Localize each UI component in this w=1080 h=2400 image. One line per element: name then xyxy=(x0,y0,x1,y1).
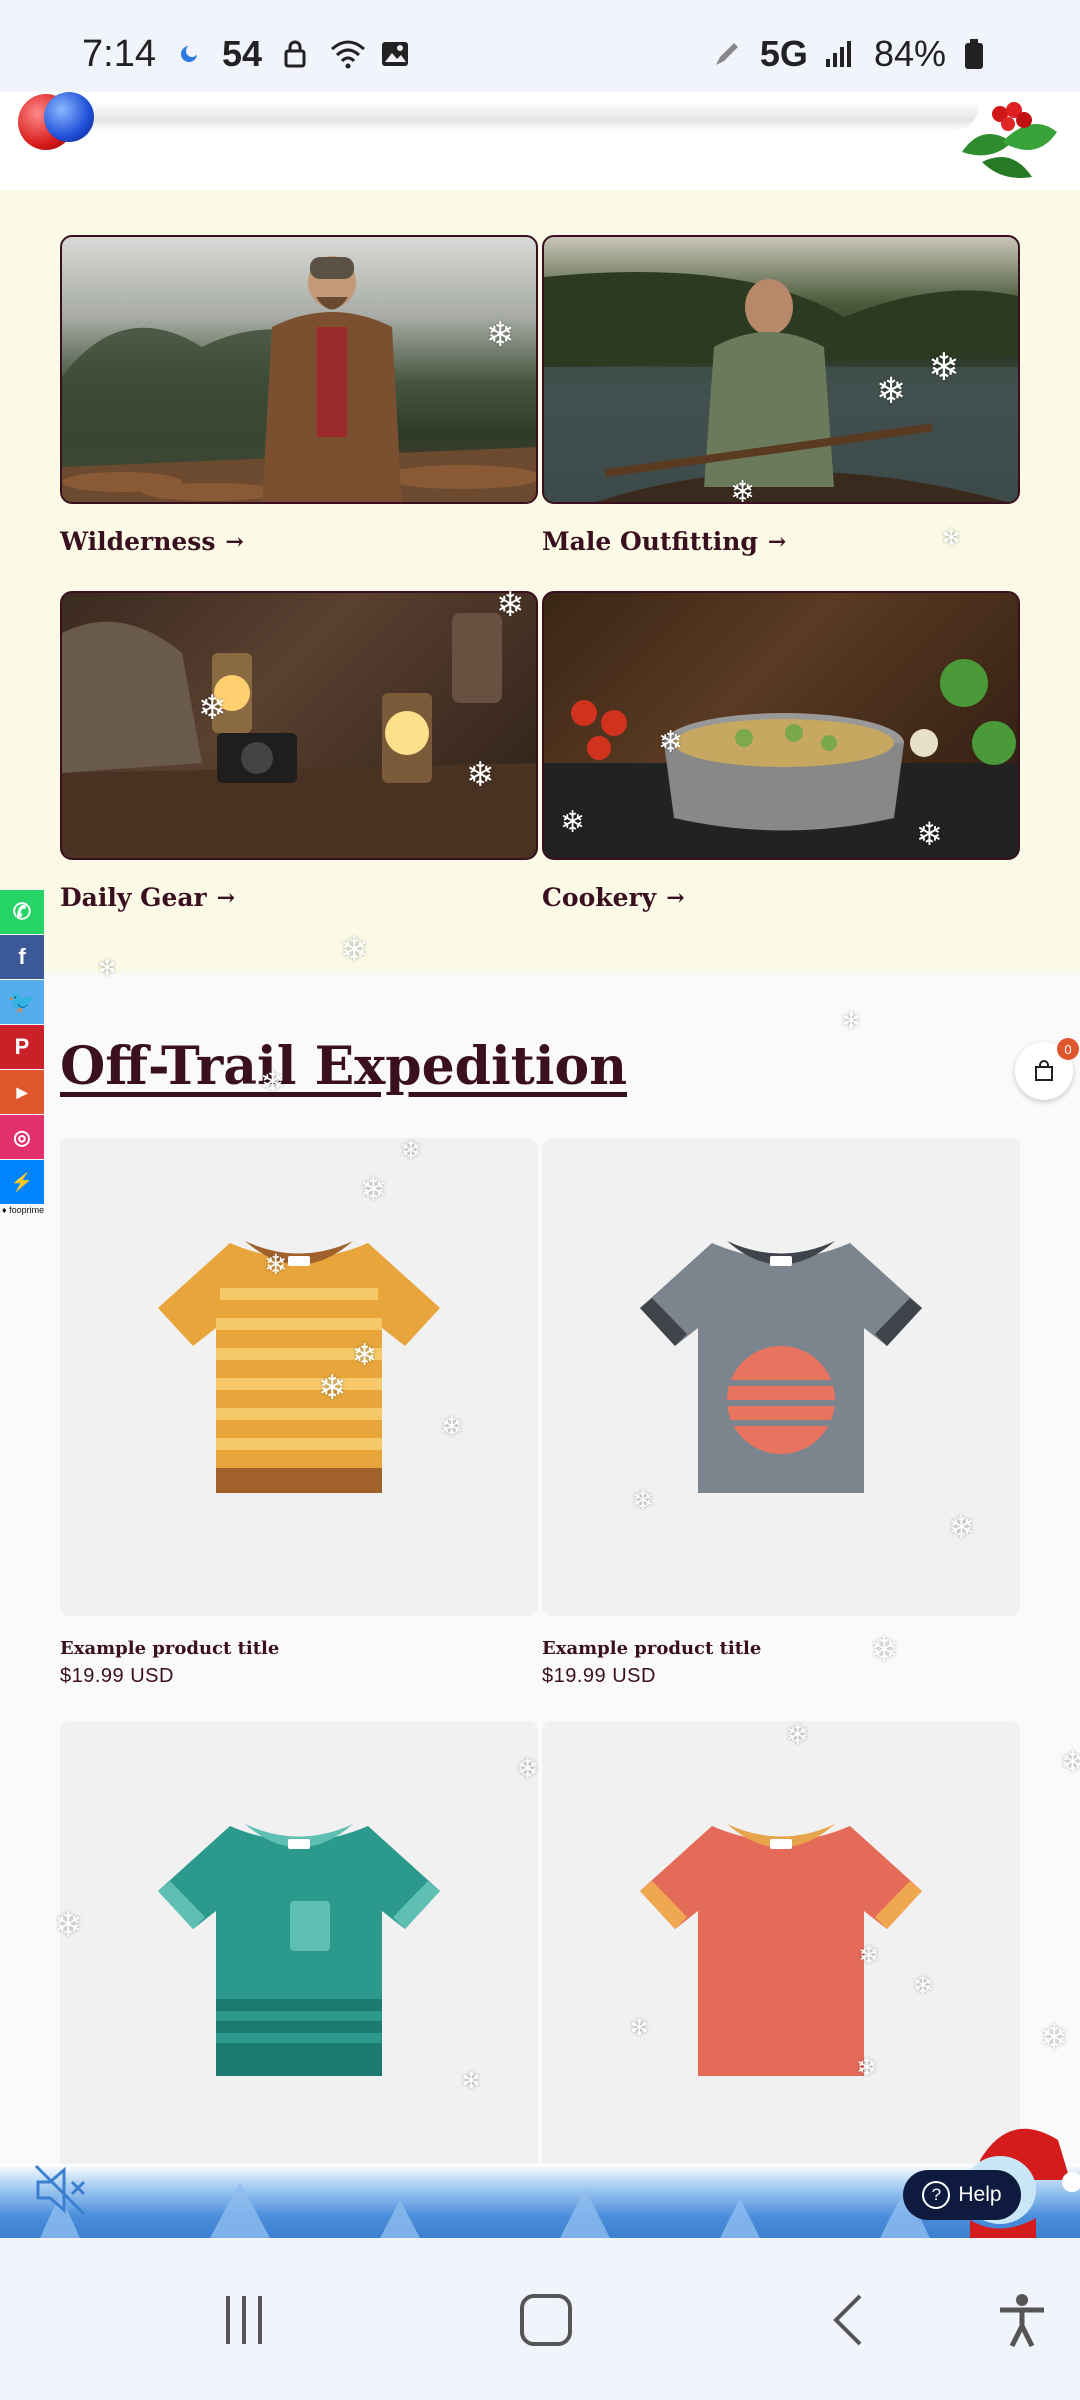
christmas-garland xyxy=(0,92,1080,190)
holly-icon xyxy=(962,102,1057,178)
status-time: 7:14 xyxy=(82,32,156,75)
sound-muted-icon[interactable] xyxy=(28,2158,92,2222)
product-image[interactable] xyxy=(542,1138,1020,1616)
product-title[interactable]: Example product title xyxy=(542,1638,1020,1659)
blue-ornament-icon xyxy=(44,92,94,142)
question-icon: ? xyxy=(922,2181,951,2209)
gray-tshirt-icon xyxy=(640,1241,922,1493)
shopping-bag-icon xyxy=(1035,1060,1053,1081)
network-type: 5G xyxy=(759,33,808,74)
facebook-icon[interactable]: f xyxy=(0,935,44,979)
man-in-forest-photo[interactable] xyxy=(60,235,538,504)
lanterns-and-camera-photo[interactable] xyxy=(60,591,538,860)
category-card-male-outfitting[interactable]: Male Outfitting → xyxy=(542,235,1020,556)
weather-icon xyxy=(172,37,206,71)
instagram-icon[interactable]: ◎ xyxy=(0,1115,44,1159)
home-button[interactable] xyxy=(516,2290,576,2350)
help-label: Help xyxy=(958,2183,1002,2206)
recents-button[interactable] xyxy=(214,2290,274,2350)
system-nav-bar xyxy=(0,2238,1080,2400)
category-card-daily-gear[interactable]: Daily Gear → xyxy=(60,591,538,912)
striped-tshirt-icon xyxy=(158,1241,440,1493)
teal-tshirt-icon xyxy=(158,1824,440,2076)
product-price: $19.99 USD xyxy=(60,1665,174,1687)
image-icon xyxy=(378,37,412,71)
category-link[interactable]: Male Outfitting → xyxy=(542,527,1020,556)
whatsapp-icon[interactable]: ✆ xyxy=(0,890,44,934)
arrow-right-icon: → xyxy=(216,884,236,911)
accessibility-button[interactable] xyxy=(992,2290,1052,2350)
pinterest-icon[interactable]: P xyxy=(0,1025,44,1069)
product-card[interactable] xyxy=(60,1721,538,2199)
category-card-wilderness[interactable]: Wilderness → xyxy=(60,235,538,556)
cart-count-badge: 0 xyxy=(1057,1038,1079,1060)
notification-number: 54 xyxy=(221,33,263,74)
product-card[interactable]: Example product title $19.99 USD xyxy=(542,1138,1020,1688)
snowflake-icon: ✻ xyxy=(842,1008,861,1033)
category-link[interactable]: Wilderness → xyxy=(60,527,538,556)
social-caption[interactable]: ♦ fooprime xyxy=(0,1205,44,1215)
lock-icon xyxy=(278,37,312,71)
messenger-icon[interactable]: ⚡ xyxy=(0,1160,44,1204)
help-button[interactable]: ? Help xyxy=(903,2170,1021,2220)
arrow-right-icon: → xyxy=(225,528,244,555)
pen-icon xyxy=(710,37,744,71)
arrow-right-icon: → xyxy=(767,528,787,555)
battery-icon xyxy=(962,37,996,71)
arrow-right-icon: → xyxy=(666,884,685,911)
category-link[interactable]: Cookery → xyxy=(542,883,1020,912)
man-in-canoe-photo[interactable] xyxy=(542,235,1020,504)
product-image[interactable] xyxy=(60,1721,538,2199)
product-title[interactable]: Example product title xyxy=(60,1638,538,1659)
youtube-icon[interactable]: ▶ xyxy=(0,1070,44,1114)
back-button[interactable] xyxy=(820,2290,880,2350)
battery-percent: 84% xyxy=(873,33,946,74)
social-share-bar: ✆ f 🐦 P ▶ ◎ ⚡ ♦ fooprime xyxy=(0,890,44,1215)
signal-icon xyxy=(824,37,858,71)
product-price: $19.99 USD xyxy=(542,1665,656,1687)
category-section: Wilderness → Male Outfitting → Daily Gea… xyxy=(0,190,1080,973)
category-card-cookery[interactable]: Cookery → xyxy=(542,591,1020,912)
twitter-icon[interactable]: 🐦 xyxy=(0,980,44,1024)
snowflake-icon: ❄ xyxy=(1060,1746,1080,1779)
category-link[interactable]: Daily Gear → xyxy=(60,883,538,912)
cart-button[interactable]: 0 xyxy=(1015,1038,1079,1100)
product-card[interactable]: Example product title $19.99 USD xyxy=(60,1138,538,1688)
wifi-icon xyxy=(328,37,366,71)
collection-title[interactable]: Off-Trail Expedition xyxy=(60,1036,627,1097)
product-image[interactable] xyxy=(60,1138,538,1616)
cooking-pot-photo[interactable] xyxy=(542,591,1020,860)
snowflake-icon: ❄ xyxy=(1040,2019,1069,2057)
